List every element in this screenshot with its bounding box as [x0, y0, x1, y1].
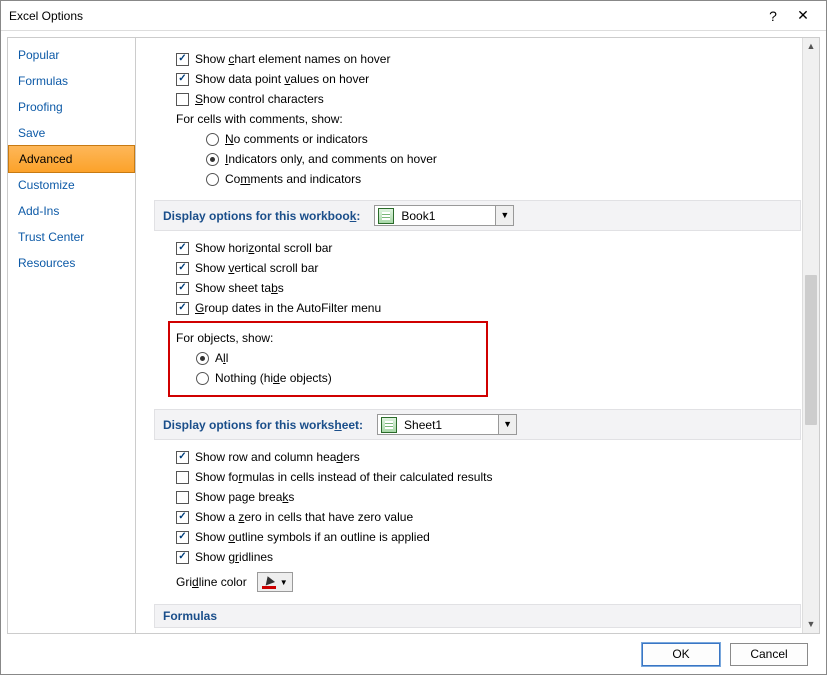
sidebar-item-addins[interactable]: Add-Ins	[8, 198, 135, 224]
label-chart-element-names[interactable]: Show chart element names on hover	[195, 52, 390, 66]
checkbox-page-breaks[interactable]	[176, 491, 189, 504]
excel-sheet-icon	[380, 416, 398, 434]
section-title-formulas: Formulas	[163, 609, 217, 623]
label-row-col-headers[interactable]: Show row and column headers	[195, 450, 360, 464]
label-no-comments[interactable]: No comments or indicators	[225, 132, 368, 146]
scroll-track[interactable]	[803, 55, 819, 616]
gridline-color-picker[interactable]: ▼	[257, 572, 293, 592]
section-title-worksheet: Display options for this worksheet:	[163, 418, 363, 432]
label-control-characters[interactable]: Show control characters	[195, 92, 324, 106]
label-indicators-only[interactable]: Indicators only, and comments on hover	[225, 152, 437, 166]
label-objects-nothing[interactable]: Nothing (hide objects)	[215, 371, 332, 385]
help-button[interactable]: ?	[758, 8, 788, 24]
checkbox-show-formulas[interactable]	[176, 471, 189, 484]
label-sheet-tabs[interactable]: Show sheet tabs	[195, 281, 284, 295]
sidebar-item-proofing[interactable]: Proofing	[8, 94, 135, 120]
combo-worksheet[interactable]: Sheet1 ▼	[377, 414, 517, 435]
category-sidebar: Popular Formulas Proofing Save Advanced …	[8, 38, 136, 633]
checkbox-gridlines[interactable]	[176, 551, 189, 564]
sidebar-item-formulas[interactable]: Formulas	[8, 68, 135, 94]
options-content: Show chart element names on hover Show d…	[136, 38, 819, 633]
label-objects-heading: For objects, show:	[176, 331, 273, 345]
sidebar-item-resources[interactable]: Resources	[8, 250, 135, 276]
checkbox-sheet-tabs[interactable]	[176, 282, 189, 295]
combo-worksheet-value: Sheet1	[398, 418, 498, 432]
label-group-dates[interactable]: Group dates in the AutoFilter menu	[195, 301, 381, 315]
paint-bucket-icon	[262, 575, 276, 589]
excel-options-dialog: Excel Options ? ✕ Popular Formulas Proof…	[0, 0, 827, 675]
radio-no-comments[interactable]	[206, 133, 219, 146]
section-formulas: Formulas	[154, 604, 801, 628]
scroll-thumb[interactable]	[805, 275, 817, 425]
sidebar-item-customize[interactable]: Customize	[8, 172, 135, 198]
label-objects-all[interactable]: All	[215, 351, 228, 365]
excel-workbook-icon	[377, 207, 395, 225]
checkbox-group-dates[interactable]	[176, 302, 189, 315]
label-gridline-color: Gridline color	[176, 575, 247, 589]
chevron-down-icon: ▼	[280, 578, 288, 587]
highlight-objects-show: For objects, show: All Nothing (hide obj…	[168, 321, 488, 397]
label-comments-heading: For cells with comments, show:	[176, 112, 343, 126]
cancel-button[interactable]: Cancel	[730, 643, 808, 666]
sidebar-item-save[interactable]: Save	[8, 120, 135, 146]
section-title-workbook: Display options for this workbook:	[163, 209, 360, 223]
sidebar-item-trustcenter[interactable]: Trust Center	[8, 224, 135, 250]
radio-comments-and-indicators[interactable]	[206, 173, 219, 186]
scroll-down-icon[interactable]: ▼	[803, 616, 819, 633]
section-workbook-display: Display options for this workbook: Book1…	[154, 200, 801, 231]
checkbox-row-col-headers[interactable]	[176, 451, 189, 464]
vertical-scrollbar[interactable]: ▲ ▼	[802, 38, 819, 633]
label-gridlines[interactable]: Show gridlines	[195, 550, 273, 564]
label-hscroll[interactable]: Show horizontal scroll bar	[195, 241, 332, 255]
combo-workbook-value: Book1	[395, 209, 495, 223]
dialog-footer: OK Cancel	[1, 634, 826, 674]
checkbox-control-characters[interactable]	[176, 93, 189, 106]
checkbox-show-zero[interactable]	[176, 511, 189, 524]
radio-objects-nothing[interactable]	[196, 372, 209, 385]
window-title: Excel Options	[9, 9, 758, 23]
titlebar: Excel Options ? ✕	[1, 1, 826, 31]
chevron-down-icon[interactable]: ▼	[495, 206, 513, 225]
radio-indicators-only[interactable]	[206, 153, 219, 166]
label-vscroll[interactable]: Show vertical scroll bar	[195, 261, 318, 275]
checkbox-vscroll[interactable]	[176, 262, 189, 275]
sidebar-item-popular[interactable]: Popular	[8, 42, 135, 68]
checkbox-chart-element-names[interactable]	[176, 53, 189, 66]
sidebar-item-advanced[interactable]: Advanced	[8, 145, 135, 173]
section-worksheet-display: Display options for this worksheet: Shee…	[154, 409, 801, 440]
label-page-breaks[interactable]: Show page breaks	[195, 490, 294, 504]
checkbox-data-point-values[interactable]	[176, 73, 189, 86]
label-show-formulas[interactable]: Show formulas in cells instead of their …	[195, 470, 492, 484]
checkbox-outline-symbols[interactable]	[176, 531, 189, 544]
radio-objects-all[interactable]	[196, 352, 209, 365]
label-comments-and-indicators[interactable]: Comments and indicators	[225, 172, 361, 186]
combo-workbook[interactable]: Book1 ▼	[374, 205, 514, 226]
ok-button[interactable]: OK	[642, 643, 720, 666]
checkbox-hscroll[interactable]	[176, 242, 189, 255]
label-outline-symbols[interactable]: Show outline symbols if an outline is ap…	[195, 530, 430, 544]
close-button[interactable]: ✕	[788, 7, 818, 24]
label-data-point-values[interactable]: Show data point values on hover	[195, 72, 369, 86]
chevron-down-icon[interactable]: ▼	[498, 415, 516, 434]
scroll-up-icon[interactable]: ▲	[803, 38, 819, 55]
label-show-zero[interactable]: Show a zero in cells that have zero valu…	[195, 510, 413, 524]
